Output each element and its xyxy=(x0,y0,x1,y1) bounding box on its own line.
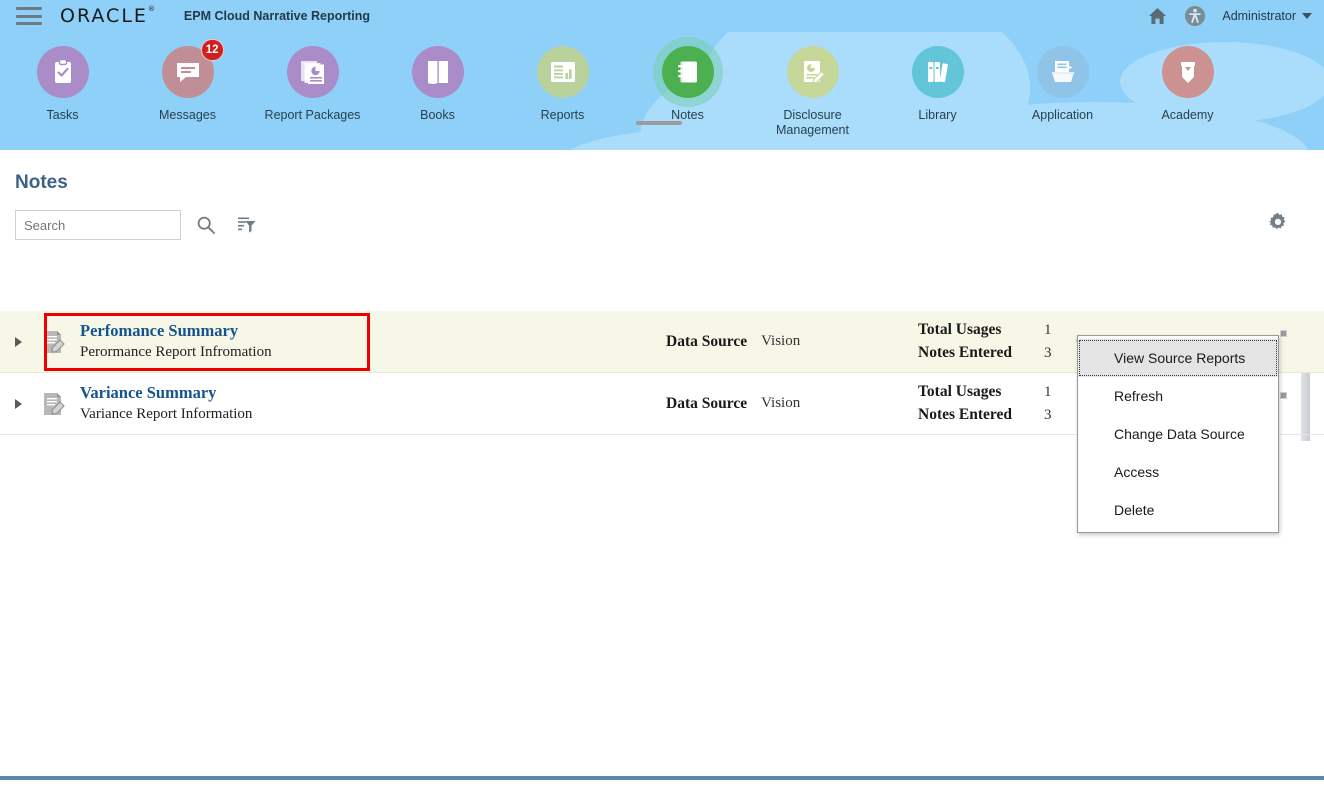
data-source-label: Data Source xyxy=(666,332,748,350)
card-icon-circle xyxy=(286,46,339,98)
chevron-down-icon xyxy=(1302,13,1312,19)
row-expand-toggle[interactable] xyxy=(0,373,36,434)
panel-resize-handle[interactable] xyxy=(636,121,682,125)
search-toolbar xyxy=(15,210,261,240)
navigation-cards-area: Tasks 12 Messages Report Packages Books … xyxy=(0,32,1324,150)
card-icon-circle xyxy=(1036,46,1089,98)
disclosure-icon xyxy=(803,61,825,84)
notebook-icon xyxy=(677,61,697,83)
data-source-value: Vision xyxy=(761,395,801,411)
application-box-icon xyxy=(1051,61,1074,82)
chevron-right-icon xyxy=(14,398,22,409)
top-bar: ORACLE EPM Cloud Narrative Reporting Adm… xyxy=(0,0,1324,32)
card-icon-circle xyxy=(786,46,839,98)
nav-card-label: Messages xyxy=(159,108,216,122)
note-document-icon xyxy=(36,329,70,355)
nav-card-label: Tasks xyxy=(46,108,79,122)
speech-bubble-icon xyxy=(176,63,199,82)
data-source-block: Data Source Vision xyxy=(666,395,800,413)
usage-block: Total Usages 1 Notes Entered 3 xyxy=(918,319,1052,365)
book-icon xyxy=(427,61,448,84)
card-icon-circle xyxy=(661,46,714,98)
nav-card-label: Academy xyxy=(1161,108,1214,122)
app-title: EPM Cloud Narrative Reporting xyxy=(183,9,371,23)
note-document-icon xyxy=(36,391,70,417)
nav-card-messages[interactable]: 12 Messages xyxy=(125,39,250,123)
hamburger-icon[interactable] xyxy=(16,7,42,25)
nav-card-application[interactable]: Application xyxy=(1000,46,1125,123)
nav-card-tasks[interactable]: Tasks xyxy=(0,46,125,123)
footer-bar xyxy=(0,776,1324,790)
chevron-right-icon xyxy=(14,336,22,347)
card-icon-circle xyxy=(911,46,964,98)
context-menu: View Source Reports Refresh Change Data … xyxy=(1077,335,1279,533)
row-actions-handle[interactable] xyxy=(1281,331,1287,337)
data-source-block: Data Source Vision xyxy=(666,333,800,351)
nav-card-notes[interactable]: Notes xyxy=(625,46,750,123)
top-bar-actions: Administrator xyxy=(1138,0,1324,32)
nav-card-label: Library xyxy=(918,108,957,122)
note-description: Perormance Report Infromation xyxy=(80,343,272,360)
user-menu[interactable]: Administrator xyxy=(1222,9,1312,23)
note-title-link[interactable]: Variance Summary xyxy=(80,383,252,404)
card-icon-circle xyxy=(36,46,89,98)
note-text-block: Variance Summary Variance Report Informa… xyxy=(80,383,252,424)
library-books-icon xyxy=(927,62,948,83)
page-title: Notes xyxy=(15,172,68,193)
note-title-link[interactable]: Perfomance Summary xyxy=(80,321,272,342)
total-usages-line: Total Usages 1 xyxy=(918,381,1052,404)
user-menu-label: Administrator xyxy=(1222,9,1296,23)
magnifier-icon[interactable] xyxy=(191,210,221,240)
nav-card-academy[interactable]: Academy xyxy=(1125,46,1250,123)
usage-block: Total Usages 1 Notes Entered 3 xyxy=(918,381,1052,427)
row-actions-handle[interactable] xyxy=(1281,393,1287,399)
nav-card-label: Books xyxy=(420,108,455,122)
accessibility-icon[interactable] xyxy=(1176,0,1214,32)
nav-card-report-packages[interactable]: Report Packages xyxy=(250,46,375,123)
gear-icon[interactable] xyxy=(1264,208,1292,236)
row-expand-toggle[interactable] xyxy=(0,311,36,372)
note-text-block: Perfomance Summary Perormance Report Inf… xyxy=(80,321,272,362)
data-source-value: Vision xyxy=(761,333,801,349)
menu-item-refresh[interactable]: Refresh xyxy=(1078,377,1278,415)
notes-entered-label: Notes Entered xyxy=(918,405,1012,423)
total-usages-label: Total Usages xyxy=(918,382,1002,400)
menu-item-access[interactable]: Access xyxy=(1078,453,1278,491)
menu-item-delete[interactable]: Delete xyxy=(1078,491,1278,529)
messages-badge: 12 xyxy=(200,39,224,61)
card-icon-circle: 12 xyxy=(161,39,224,98)
nav-card-label: Disclosure Management xyxy=(776,108,849,138)
nav-card-books[interactable]: Books xyxy=(375,46,500,123)
nav-card-label: Report Packages xyxy=(264,108,361,122)
graduation-cap-icon xyxy=(1180,62,1195,83)
card-icon-circle xyxy=(536,46,589,98)
nav-card-library[interactable]: Library xyxy=(875,46,1000,123)
notes-entered-line: Notes Entered 3 xyxy=(918,404,1052,427)
report-package-icon xyxy=(300,61,324,84)
total-usages-value: 1 xyxy=(1044,383,1052,400)
nav-card-label: Reports xyxy=(540,108,585,122)
filter-list-icon[interactable] xyxy=(231,210,261,240)
card-icon-circle xyxy=(1161,46,1214,98)
menu-item-change-data-source[interactable]: Change Data Source xyxy=(1078,415,1278,453)
oracle-logo: ORACLE xyxy=(60,6,157,26)
notes-entered-line: Notes Entered 3 xyxy=(918,342,1052,365)
notes-entered-value: 3 xyxy=(1044,344,1052,361)
card-icon-circle xyxy=(411,46,464,98)
total-usages-line: Total Usages 1 xyxy=(918,319,1052,342)
nav-card-reports[interactable]: Reports xyxy=(500,46,625,123)
nav-card-disclosure-management[interactable]: Disclosure Management xyxy=(750,46,875,139)
total-usages-label: Total Usages xyxy=(918,320,1002,338)
total-usages-value: 1 xyxy=(1044,321,1052,338)
data-source-label: Data Source xyxy=(666,394,748,412)
search-input[interactable] xyxy=(15,210,181,240)
home-icon[interactable] xyxy=(1138,0,1176,32)
clipboard-check-icon xyxy=(54,58,71,83)
note-description: Variance Report Information xyxy=(80,405,253,422)
nav-card-label: Application xyxy=(1031,108,1094,122)
menu-item-view-source-reports[interactable]: View Source Reports xyxy=(1078,339,1278,377)
notes-entered-value: 3 xyxy=(1044,406,1052,423)
report-chart-icon xyxy=(550,62,575,82)
notes-entered-label: Notes Entered xyxy=(918,343,1012,361)
